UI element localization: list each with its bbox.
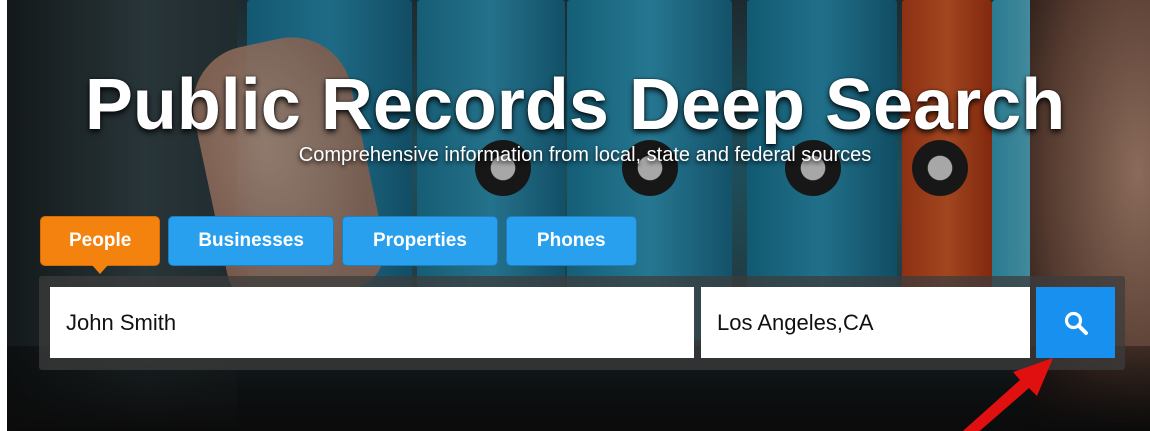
tab-properties[interactable]: Properties — [341, 216, 498, 266]
page: Public Records Deep Search Comprehensive… — [0, 0, 1150, 431]
tab-businesses[interactable]: Businesses — [168, 216, 334, 266]
hero-title: Public Records Deep Search — [84, 65, 1066, 145]
name-input[interactable]: John Smith — [50, 287, 694, 358]
hero-subtitle: Comprehensive information from local, st… — [298, 144, 872, 166]
tab-people[interactable]: People — [40, 216, 161, 274]
tab-phones[interactable]: Phones — [505, 216, 637, 266]
search-category-tabs: People Businesses Properties Phones — [40, 216, 637, 274]
annotation-arrow — [962, 358, 1053, 431]
